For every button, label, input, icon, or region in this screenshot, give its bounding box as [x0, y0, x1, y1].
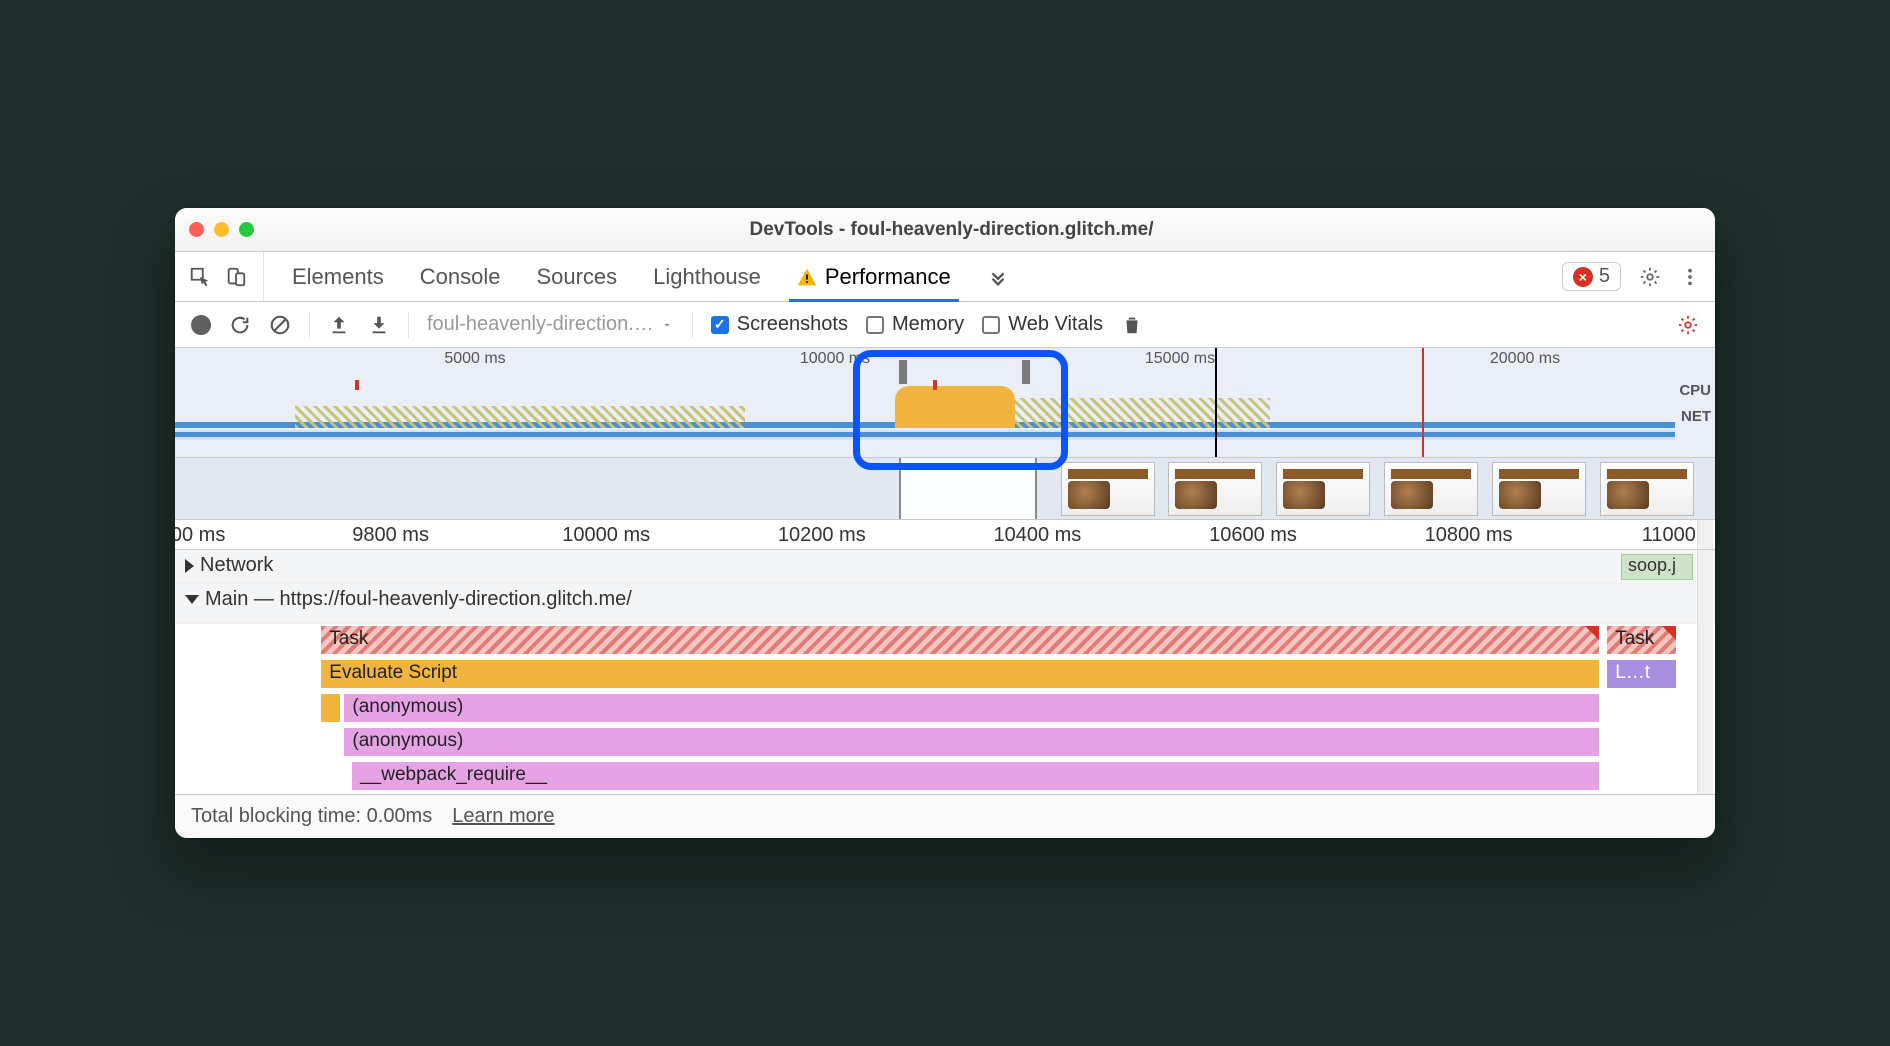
- screenshot-thumb[interactable]: [1384, 462, 1478, 516]
- clear-icon[interactable]: [269, 314, 291, 336]
- screenshots-checkbox[interactable]: Screenshots: [711, 313, 848, 336]
- network-track-header[interactable]: Network soop.j: [175, 550, 1715, 584]
- main-track-header[interactable]: Main — https://foul-heavenly-direction.g…: [175, 584, 1715, 624]
- tab-performance[interactable]: Performance: [797, 252, 951, 301]
- vertical-scrollbar[interactable]: [1697, 550, 1713, 794]
- screenshot-thumb[interactable]: [1276, 462, 1370, 516]
- warning-icon: [797, 267, 817, 287]
- flame-evaluate-script[interactable]: Evaluate Script: [321, 660, 1599, 688]
- window-controls: [189, 222, 254, 237]
- horizontal-scrollbar[interactable]: [1697, 520, 1713, 549]
- error-icon: ×: [1573, 267, 1593, 287]
- titlebar: DevTools - foul-heavenly-direction.glitc…: [175, 208, 1715, 252]
- download-profile-icon[interactable]: [368, 314, 390, 336]
- inspect-element-icon[interactable]: [189, 266, 211, 288]
- more-tabs-icon[interactable]: [987, 266, 1009, 288]
- memory-checkbox[interactable]: Memory: [866, 313, 964, 336]
- record-button[interactable]: [191, 315, 211, 335]
- screenshot-thumb[interactable]: [1492, 462, 1586, 516]
- flame-layout[interactable]: L…t: [1607, 660, 1676, 688]
- network-resource[interactable]: soop.j: [1621, 554, 1693, 580]
- tab-sources[interactable]: Sources: [536, 252, 617, 301]
- chevron-down-icon: [185, 595, 199, 604]
- kebab-menu-icon[interactable]: [1679, 266, 1701, 288]
- screenshots-filmstrip[interactable]: [175, 458, 1715, 520]
- overview-marker-red: [1422, 348, 1424, 457]
- overview-cpu-lane: [175, 376, 1675, 428]
- screenshot-thumb[interactable]: [1168, 462, 1262, 516]
- trash-icon[interactable]: [1121, 314, 1143, 336]
- minimize-window-button[interactable]: [214, 222, 229, 237]
- panel-tabs: Elements Console Sources Lighthouse Perf…: [175, 252, 1715, 302]
- close-window-button[interactable]: [189, 222, 204, 237]
- flame-segment[interactable]: [321, 694, 339, 722]
- screenshot-thumb[interactable]: [1061, 462, 1155, 516]
- timeline-overview[interactable]: 5000 ms 10000 ms 15000 ms 20000 ms CPU N…: [175, 348, 1715, 458]
- filmstrip-selection: [899, 458, 1038, 519]
- screenshot-thumb[interactable]: [1600, 462, 1694, 516]
- webvitals-checkbox[interactable]: Web Vitals: [982, 313, 1103, 336]
- tab-elements[interactable]: Elements: [292, 252, 384, 301]
- detail-ruler[interactable]: 00 ms 9800 ms 10000 ms 10200 ms 10400 ms…: [175, 520, 1715, 550]
- learn-more-link[interactable]: Learn more: [452, 805, 554, 828]
- flame-task[interactable]: Task: [1607, 626, 1676, 654]
- flame-task[interactable]: Task: [321, 626, 1599, 654]
- capture-settings-icon[interactable]: [1677, 314, 1699, 336]
- device-toolbar-icon[interactable]: [225, 266, 247, 288]
- reload-record-icon[interactable]: [229, 314, 251, 336]
- upload-profile-icon[interactable]: [328, 314, 350, 336]
- total-blocking-time: Total blocking time: 0.00ms: [191, 805, 432, 828]
- devtools-window: DevTools - foul-heavenly-direction.glitc…: [175, 208, 1715, 838]
- flame-chart[interactable]: Network soop.j Main — https://foul-heave…: [175, 550, 1715, 794]
- flame-webpack-require[interactable]: __webpack_require__: [352, 762, 1599, 790]
- chevron-down-icon: [660, 318, 674, 332]
- overview-selection-handle-left[interactable]: [899, 360, 907, 384]
- flame-anonymous[interactable]: (anonymous): [344, 728, 1599, 756]
- error-count-badge[interactable]: × 5: [1562, 262, 1621, 291]
- overview-lane-labels: CPU NET: [1679, 378, 1711, 430]
- window-title: DevTools - foul-heavenly-direction.glitc…: [264, 219, 1639, 241]
- overview-net-lane: [175, 430, 1675, 440]
- tab-lighthouse[interactable]: Lighthouse: [653, 252, 761, 301]
- summary-footer: Total blocking time: 0.00ms Learn more: [175, 794, 1715, 838]
- chevron-right-icon: [185, 559, 194, 573]
- zoom-window-button[interactable]: [239, 222, 254, 237]
- overview-selection-handle-right[interactable]: [1022, 360, 1030, 384]
- flame-anonymous[interactable]: (anonymous): [344, 694, 1599, 722]
- overview-marker-black: [1215, 348, 1217, 457]
- settings-icon[interactable]: [1639, 266, 1661, 288]
- tab-console[interactable]: Console: [420, 252, 501, 301]
- performance-toolbar: foul-heavenly-direction.… Screenshots Me…: [175, 302, 1715, 348]
- profile-selector[interactable]: foul-heavenly-direction.…: [427, 313, 674, 336]
